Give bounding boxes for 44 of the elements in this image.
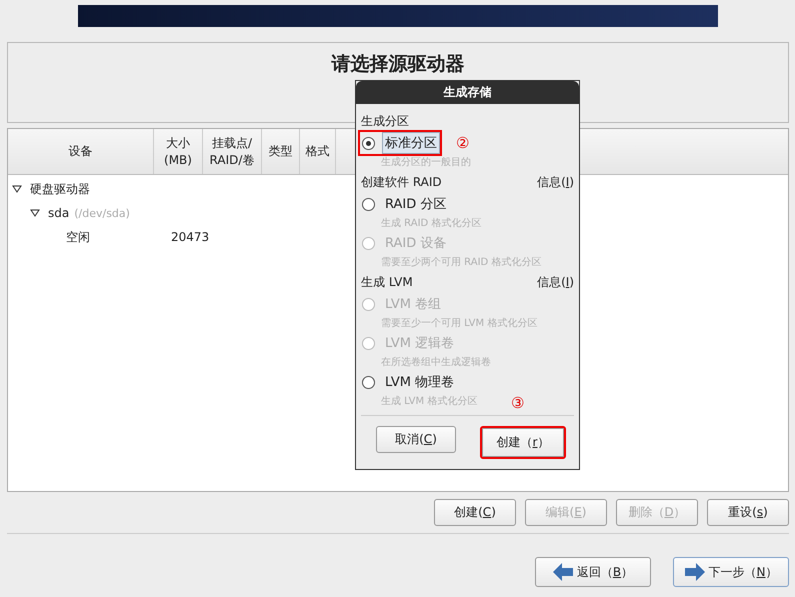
option-hint: 生成分区的一般目的 xyxy=(381,157,471,168)
dialog-button[interactable]: 取消(C) xyxy=(376,426,456,453)
action-button[interactable]: 创建(C) xyxy=(434,499,516,526)
page-title: 请选择源驱动器 xyxy=(332,52,464,76)
option-label: LVM 物理卷 xyxy=(384,374,456,392)
column-header[interactable]: 大小 (MB) xyxy=(154,129,203,174)
option-hint: 生成 LVM 格式化分区 xyxy=(381,396,478,407)
next-button[interactable]: 下一步（N） xyxy=(673,557,789,587)
option-hint: 生成 RAID 格式化分区 xyxy=(381,218,482,229)
dialog-button[interactable]: 创建（r） xyxy=(480,426,566,459)
info-link[interactable]: 信息(I) xyxy=(537,274,574,290)
device-name: 空闲 xyxy=(66,228,91,246)
dialog-title: 生成存储 xyxy=(356,81,579,104)
section-heading: 创建软件 RAID xyxy=(361,174,442,190)
column-header[interactable]: 格式 xyxy=(300,129,336,174)
section-heading: 生成分区 xyxy=(361,112,409,130)
option-hint: 需要至少一个可用 LVM 格式化分区 xyxy=(381,318,538,329)
option-label: RAID 分区 xyxy=(384,196,448,214)
option-label: LVM 卷组 xyxy=(384,296,442,314)
expander-icon[interactable] xyxy=(30,209,40,217)
radio-button[interactable] xyxy=(362,136,375,150)
info-link[interactable]: 信息(I) xyxy=(537,174,574,190)
annotation-number: ③ xyxy=(511,394,524,412)
device-name: 硬盘驱动器 xyxy=(30,180,90,198)
option-label: 标准分区 xyxy=(382,132,440,154)
expander-icon[interactable] xyxy=(12,185,22,193)
option-hint: 在所选卷组中生成逻辑卷 xyxy=(381,357,491,368)
size-cell: 20473 xyxy=(171,230,210,244)
forward-arrow-icon xyxy=(684,563,704,581)
action-button[interactable]: 重设(s) xyxy=(707,499,789,526)
option-hint: 需要至少两个可用 RAID 格式化分区 xyxy=(381,257,542,268)
column-header[interactable]: 类型 xyxy=(262,129,300,174)
section-heading: 生成 LVM xyxy=(361,274,413,290)
radio-button[interactable] xyxy=(362,376,375,388)
back-arrow-icon xyxy=(552,563,573,581)
option-label: LVM 逻辑卷 xyxy=(384,335,456,353)
column-header[interactable]: 挂载点/ RAID/卷 xyxy=(203,129,262,174)
radio-button[interactable] xyxy=(362,198,375,210)
back-button[interactable]: 返回（B） xyxy=(535,557,651,587)
option-label: RAID 设备 xyxy=(384,235,448,253)
column-header[interactable]: 设备 xyxy=(8,129,154,174)
device-name: sda xyxy=(48,206,70,220)
device-path: (/dev/sda) xyxy=(74,206,130,220)
annotation-number: ② xyxy=(456,134,470,152)
